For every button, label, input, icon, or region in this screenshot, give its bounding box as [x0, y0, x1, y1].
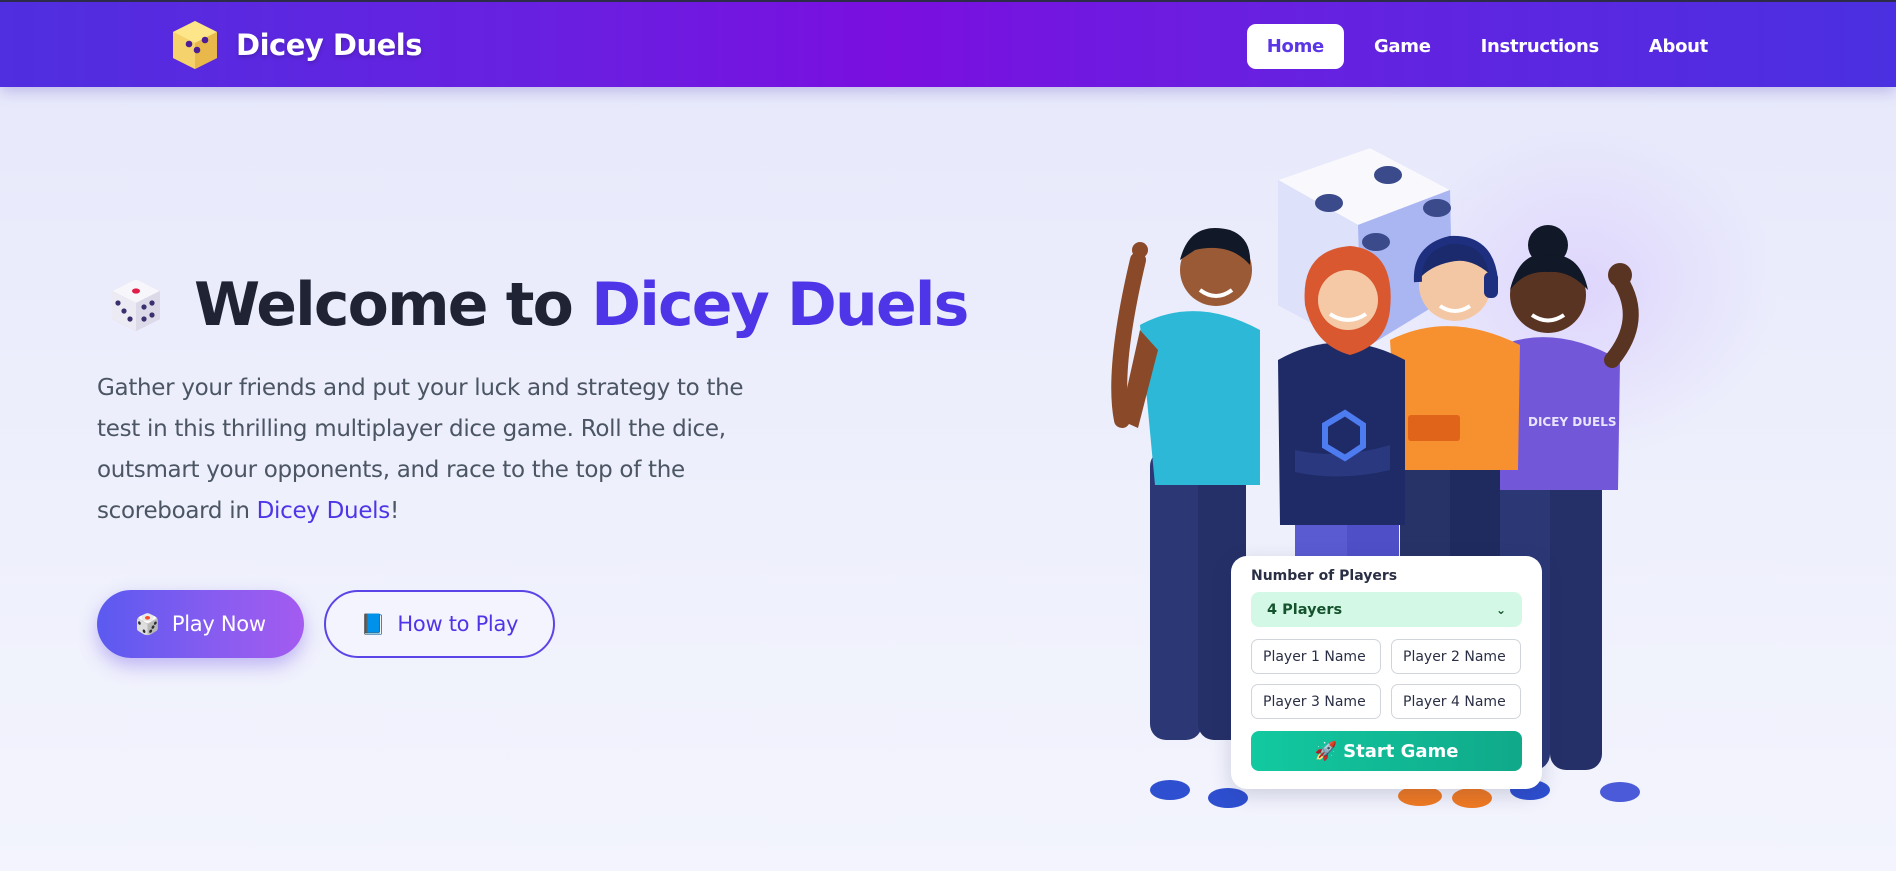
player-1-name-input[interactable]: Player 1 Name [1251, 639, 1381, 674]
shirt-logo-text: DICEY DUELS [1528, 415, 1617, 429]
how-to-play-button[interactable]: 📘 How to Play [324, 590, 555, 658]
die-emoji-icon [112, 279, 160, 331]
top-navbar: Dicey Duels Home Game Instructions About [0, 0, 1896, 87]
players-count-label: Number of Players [1251, 568, 1398, 584]
hero-buttons: 🎲 Play Now 📘 How to Play [97, 590, 555, 658]
hero-description-end: ! [389, 498, 399, 524]
how-to-play-label: How to Play [397, 612, 519, 636]
hero-title: Welcome to Dicey Duels [104, 270, 969, 340]
brand[interactable]: Dicey Duels [168, 18, 422, 72]
hero-heading-accent: Dicey Duels [591, 270, 969, 340]
play-now-label: Play Now [171, 612, 266, 636]
nav-link-game[interactable]: Game [1354, 24, 1451, 69]
players-count-select[interactable]: 4 Players ⌄ [1251, 592, 1522, 627]
hero-description-text: Gather your friends and put your luck an… [97, 375, 744, 524]
hero-description-accent: Dicey Duels [256, 498, 391, 524]
nav-links: Home Game Instructions About [1246, 24, 1728, 69]
book-emoji-icon: 📘 [360, 612, 386, 636]
player-4-name-input[interactable]: Player 4 Name [1391, 684, 1521, 719]
dice-logo-icon [173, 21, 217, 69]
brand-name: Dicey Duels [236, 28, 422, 62]
player-2-name-input[interactable]: Player 2 Name [1391, 639, 1521, 674]
hero-heading-prefix: Welcome to [194, 270, 592, 340]
start-game-button[interactable]: 🚀 Start Game [1251, 731, 1522, 771]
hero-description: Gather your friends and put your luck an… [97, 368, 757, 532]
dice-emoji-icon: 🎲 [135, 612, 160, 636]
player-name-grid: Player 1 Name Player 2 Name Player 3 Nam… [1251, 639, 1522, 719]
players-count-value: 4 Players [1267, 601, 1343, 618]
nav-link-home[interactable]: Home [1246, 24, 1344, 69]
player-3-name-input[interactable]: Player 3 Name [1251, 684, 1381, 719]
nav-link-about[interactable]: About [1629, 24, 1728, 69]
game-setup-card: Number of Players 4 Players ⌄ Player 1 N… [1231, 556, 1542, 789]
chevron-down-icon: ⌄ [1495, 602, 1506, 617]
play-now-button[interactable]: 🎲 Play Now [97, 590, 304, 658]
nav-link-instructions[interactable]: Instructions [1461, 24, 1619, 69]
hero-heading: Welcome to Dicey Duels [194, 270, 969, 340]
